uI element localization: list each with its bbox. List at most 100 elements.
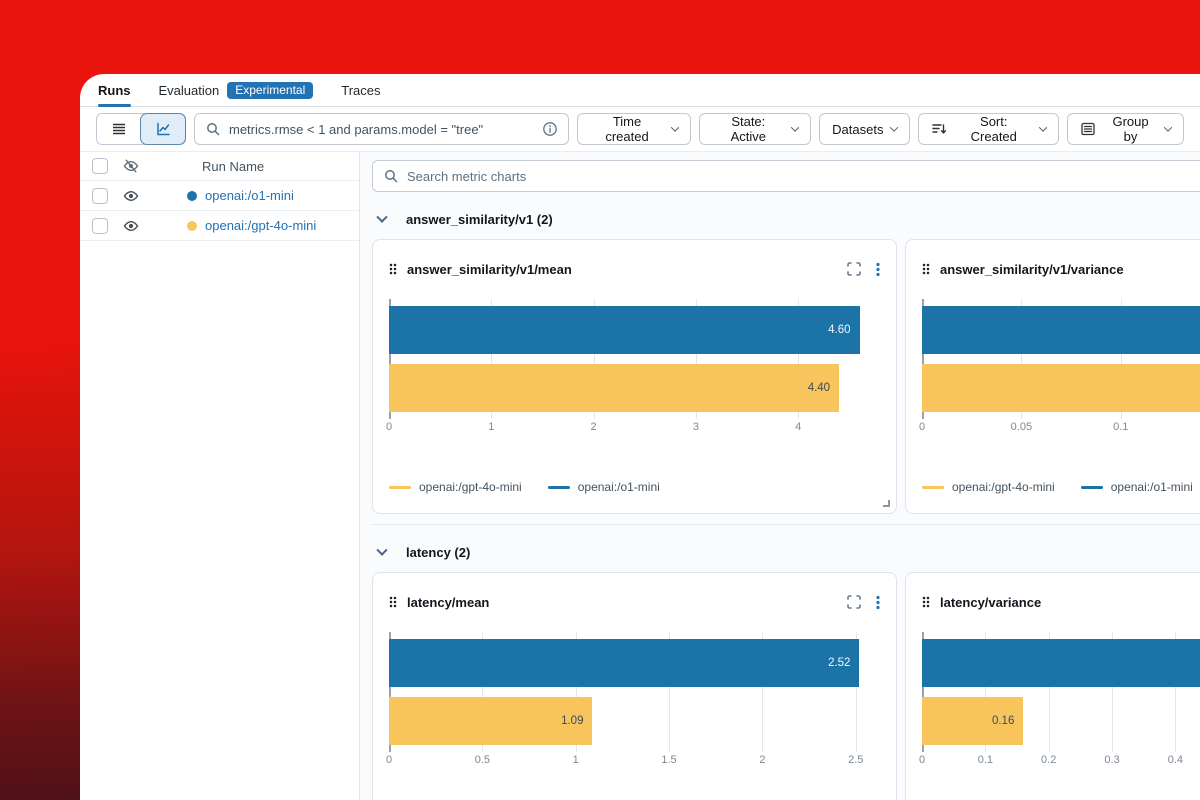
x-tick-label: 1 [488, 421, 494, 433]
bar-openai-o1-mini: 4.60 [389, 306, 860, 354]
legend-item-openai-o1-mini[interactable]: openai:/o1-mini [548, 480, 660, 494]
bar-value-label: 2.52 [828, 657, 850, 669]
dropdown-label: State: Active [712, 114, 784, 144]
runs-search-input[interactable] [229, 122, 534, 137]
search-icon [205, 121, 221, 137]
chart-view-button[interactable] [141, 114, 185, 144]
x-tick-label: 0.3 [1104, 754, 1119, 766]
tab-evaluation[interactable]: EvaluationExperimental [159, 74, 314, 106]
tab-label: Runs [98, 83, 131, 98]
chart-cards-row: answer_similarity/v1/mean 4.60 4.40 0 1 2 3 4 op… [372, 239, 1200, 514]
list-view-button[interactable] [97, 114, 141, 144]
x-tick-label: 4 [795, 421, 801, 433]
x-tick-label: 3 [693, 421, 699, 433]
bar-value-label: 0.16 [992, 715, 1014, 727]
visibility-toggle-all[interactable] [123, 158, 141, 174]
x-tick-label: 2 [591, 421, 597, 433]
x-tick-label: 0.2 [1041, 754, 1056, 766]
run-name-link[interactable]: openai:/o1-mini [205, 188, 294, 203]
metric-chart-card: latency/mean2.521.0900.511.522.5openai:/… [372, 572, 897, 800]
view-toggle [96, 113, 186, 145]
group-by-icon [1080, 121, 1096, 137]
x-tick-label: 0 [386, 421, 392, 433]
metric-charts-search-box [372, 160, 1200, 192]
runs-search-box [194, 113, 569, 145]
x-tick-label: 0.05 [1011, 421, 1032, 433]
legend-swatch [1081, 486, 1103, 489]
bar-openai-o1-mini [922, 639, 1200, 687]
chevron-down-icon [791, 123, 799, 131]
drag-handle-icon[interactable] [922, 596, 930, 608]
bar-openai-gpt-4o-mini: 4.40 [389, 364, 839, 412]
tab-runs[interactable]: Runs [98, 74, 131, 106]
chart-cards-row: latency/mean2.521.0900.511.522.5openai:/… [372, 572, 1200, 800]
tab-traces[interactable]: Traces [341, 74, 380, 106]
line-chart-icon [155, 121, 171, 137]
metric-charts-search-input[interactable] [407, 169, 1199, 184]
bar-value-label: 1.09 [561, 715, 583, 727]
chart-title: answer_similarity/v1/mean [407, 262, 836, 277]
chart-card-actions [846, 594, 880, 610]
legend-item-openai-gpt-4o-mini[interactable]: openai:/gpt-4o-mini [389, 480, 522, 494]
tab-label: Evaluation [159, 83, 220, 98]
sort-icon [931, 121, 947, 137]
search-icon [383, 168, 399, 184]
bar-openai-gpt-4o-mini: 0.16 [922, 697, 1023, 745]
expand-icon[interactable] [846, 261, 862, 277]
tab-label: Traces [341, 83, 380, 98]
run-select-checkbox[interactable] [92, 188, 108, 204]
chart-card-actions [846, 261, 880, 277]
select-all-checkbox[interactable] [92, 158, 108, 174]
chart-title: answer_similarity/v1/variance [940, 262, 1200, 277]
desktop-background: Runs EvaluationExperimental Traces Time cr… [0, 0, 1200, 800]
expand-icon[interactable] [846, 594, 862, 610]
section-header[interactable]: answer_similarity/v1 (2) [372, 192, 1200, 239]
eye-icon [123, 188, 139, 204]
chart-card-header: latency/variance [922, 573, 1200, 617]
legend-label: openai:/gpt-4o-mini [419, 480, 522, 494]
legend-label: openai:/gpt-4o-mini [952, 480, 1055, 494]
x-axis-tick-labels: 00.050.1 [922, 418, 1200, 436]
kebab-menu-icon[interactable] [876, 262, 880, 276]
runs-sidebar: Run Name openai:/o1-miniopenai:/gpt-4o-m… [80, 152, 360, 800]
state-active-dropdown[interactable]: State: Active [699, 113, 811, 145]
drag-handle-icon[interactable] [922, 263, 930, 275]
chevron-down-icon[interactable] [376, 544, 387, 555]
drag-handle-icon[interactable] [389, 596, 397, 608]
metric-charts-panel: answer_similarity/v1 (2)answer_similarit… [360, 152, 1200, 800]
x-tick-label: 2.5 [848, 754, 863, 766]
x-axis-tick-labels: 00.10.20.30.4 [922, 751, 1200, 769]
section-header[interactable]: latency (2) [372, 525, 1200, 572]
info-icon[interactable] [542, 121, 558, 137]
run-visibility-toggle[interactable] [123, 188, 141, 204]
chevron-down-icon[interactable] [376, 211, 387, 222]
chart-title: latency/mean [407, 595, 836, 610]
chart-title: latency/variance [940, 595, 1200, 610]
datasets-dropdown[interactable]: Datasets [819, 113, 910, 145]
bar-value-label: 4.40 [808, 382, 830, 394]
x-axis-tick-labels: 0 1 2 3 4 [389, 418, 880, 436]
kebab-menu-icon[interactable] [876, 595, 880, 609]
run-name-link[interactable]: openai:/gpt-4o-mini [205, 218, 316, 233]
run-table-row: openai:/gpt-4o-mini [80, 211, 359, 241]
dropdown-label: Sort: Created [955, 114, 1032, 144]
time-created-dropdown[interactable]: Time created [577, 113, 692, 145]
bar-value-label: 4.60 [828, 324, 850, 336]
chevron-down-icon [1039, 123, 1047, 131]
chevron-down-icon [1164, 123, 1172, 131]
x-tick-label: 0.1 [978, 754, 993, 766]
chart-card-header: answer_similarity/v1/mean [389, 240, 880, 284]
run-visibility-toggle[interactable] [123, 218, 141, 234]
group-by-dropdown[interactable]: Group by [1067, 113, 1184, 145]
drag-handle-icon[interactable] [389, 263, 397, 275]
legend-item-openai-o1-mini[interactable]: openai:/o1-mini [1081, 480, 1193, 494]
run-table-row: openai:/o1-mini [80, 181, 359, 211]
resize-handle[interactable] [883, 500, 890, 507]
bar-plot-area: 2.52 1.09 [389, 635, 880, 749]
x-tick-label: 0 [919, 421, 925, 433]
run-color-dot [187, 221, 197, 231]
legend-item-openai-gpt-4o-mini[interactable]: openai:/gpt-4o-mini [922, 480, 1055, 494]
sort-created-dropdown[interactable]: Sort: Created [918, 113, 1059, 145]
chart-legend: openai:/gpt-4o-mini openai:/o1-mini [922, 480, 1200, 494]
run-select-checkbox[interactable] [92, 218, 108, 234]
